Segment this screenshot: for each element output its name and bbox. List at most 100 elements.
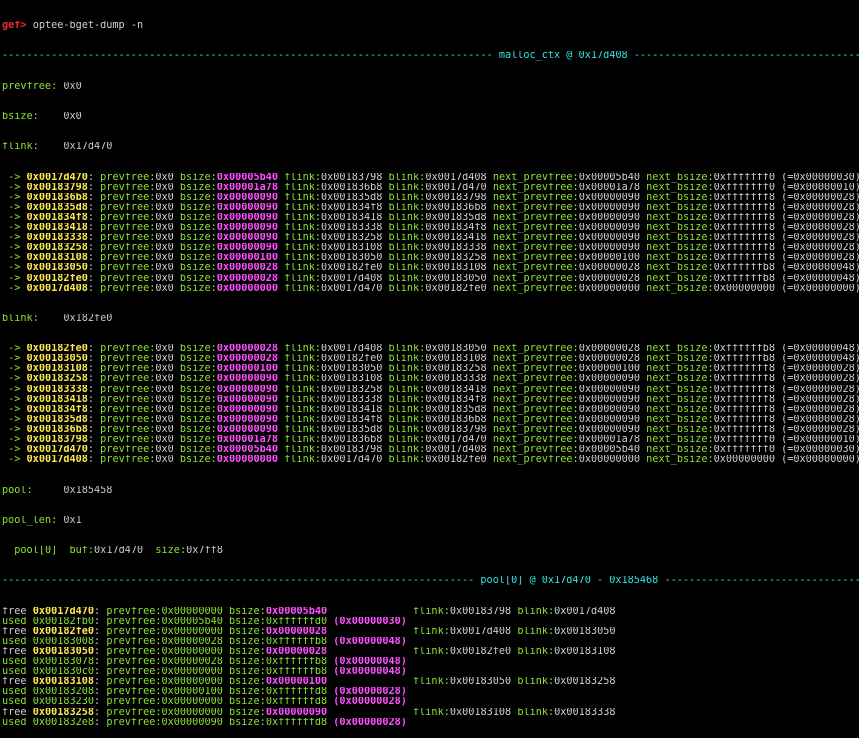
chunk-address: 0x00182fe0 — [26, 273, 88, 284]
bsize-value: 0x00000028 — [265, 647, 328, 657]
bsize-value: 0x00000090 — [216, 394, 279, 405]
bsize-value: 0x00000000 — [216, 455, 279, 466]
blink-value: 0x0017d470 — [425, 182, 487, 193]
blink-label: blink: — [388, 283, 426, 294]
pool-block-row: used 0x001830c0: prevfree:0x00000000 bsi… — [2, 667, 407, 678]
next-prevfree-value: 0x00000100 — [578, 364, 641, 375]
terminal[interactable]: gef> optee-bget-dump -n ----------------… — [0, 0, 859, 727]
next-prevfree-value: 0x00001a78 — [578, 435, 641, 446]
bsize-label: bsize: — [179, 223, 217, 234]
arrow-glyph: -> — [2, 344, 27, 355]
label: pool: — [2, 485, 33, 496]
bsize-value: 0x00000090 — [265, 707, 328, 718]
flink-value: 0x00183798 — [321, 445, 383, 456]
flink-label: flink: — [284, 455, 322, 466]
blink-value: 0x00182fe0 — [425, 455, 487, 466]
prevfree-label: prevfree: — [100, 283, 156, 294]
block-address: 0x00183050 — [32, 647, 95, 657]
value: 0x1 — [63, 515, 82, 526]
prevfree-value: 0x0 — [155, 172, 174, 183]
prevfree-label: prevfree: — [100, 414, 156, 425]
flink-label: flink: — [284, 364, 322, 375]
size-label: size: — [155, 546, 187, 557]
prevfree-value: 0x0 — [155, 435, 174, 446]
prevfree-label: prevfree: — [100, 364, 156, 375]
next-bsize-value: 0xfffffff8 — [713, 404, 775, 415]
next-bsize-label: next_bsize: — [646, 364, 714, 375]
next-prevfree-value: 0x00000090 — [578, 414, 641, 425]
arrow-glyph: -> — [2, 223, 27, 234]
next-bsize-decoded: (=0x00000030) — [781, 172, 859, 183]
block-state: used — [2, 616, 27, 627]
bsize-label: bsize: — [179, 212, 217, 223]
next-prevfree-value: 0x00005b40 — [578, 172, 641, 183]
chain-row: -> 0x0017d470: prevfree:0x0 bsize:0x0000… — [2, 445, 859, 456]
next-bsize-decoded: (=0x00000028) — [781, 212, 859, 223]
blink-label: blink: — [517, 606, 555, 617]
prevfree-label: prevfree: — [106, 687, 162, 698]
next-bsize-value: 0xfffffff8 — [713, 233, 775, 244]
arrow-glyph: -> — [2, 364, 27, 375]
bsize-label: bsize: — [179, 202, 217, 213]
next-bsize-label: next_bsize: — [646, 424, 714, 435]
flink-label: flink: — [413, 707, 450, 718]
value: 0x17d470 — [63, 142, 113, 153]
bsize-decoded: (0x00000048) — [333, 636, 407, 647]
bsize-value: 0x00000000 — [216, 283, 279, 294]
next-bsize-decoded: (=0x00000028) — [781, 384, 859, 395]
chunk-address: 0x001834f8 — [26, 404, 88, 415]
next-bsize-label: next_bsize: — [646, 223, 714, 234]
next-prevfree-label: next_prevfree: — [492, 243, 579, 254]
prevfree-label: prevfree: — [106, 606, 162, 617]
block-state: used — [2, 717, 27, 728]
arrow-glyph: -> — [2, 424, 27, 435]
next-bsize-label: next_bsize: — [646, 192, 714, 203]
arrow-glyph: -> — [2, 253, 27, 264]
next-bsize-decoded: (=0x00000030) — [781, 445, 859, 456]
chunk-address: 0x001835d8 — [26, 414, 88, 425]
prevfree-value: 0x0 — [155, 182, 174, 193]
ctx-pool-entry: pool[0] buf:0x17d470 size:0x7ff8 — [2, 546, 859, 556]
next-prevfree-label: next_prevfree: — [492, 223, 579, 234]
prevfree-label: prevfree: — [106, 707, 162, 718]
bsize-label: bsize: — [179, 384, 217, 395]
flink-value: 0x00183798 — [449, 606, 512, 617]
next-prevfree-value: 0x00000090 — [578, 424, 641, 435]
pool-block-list: free 0x0017d470: prevfree:0x00000000 bsi… — [2, 607, 859, 728]
flink-value: 0x00182fe0 — [321, 263, 383, 274]
prevfree-label: prevfree: — [106, 667, 162, 678]
prevfree-label: prevfree: — [100, 182, 156, 193]
value: 0x0 — [63, 112, 82, 123]
next-bsize-value: 0xfffffff8 — [713, 192, 775, 203]
section-title: pool[0] @ 0x17d470 - 0x185468 — [480, 576, 659, 587]
flink-label: flink: — [284, 243, 322, 254]
flink-label: flink: — [284, 414, 322, 425]
blink-value: 0x001836b8 — [425, 202, 487, 213]
prevfree-label: prevfree: — [106, 647, 162, 657]
chunk-address: 0x00183258 — [26, 243, 88, 254]
bsize-label: bsize: — [229, 626, 266, 637]
bsize-value: 0x00000028 — [216, 354, 279, 365]
pool-block-row: used 0x001832e8: prevfree:0x00000090 bsi… — [2, 717, 407, 728]
bsize-label: bsize: — [229, 687, 266, 698]
next-prevfree-value: 0x00000100 — [578, 253, 641, 264]
blink-value: 0x00183798 — [425, 424, 487, 435]
arrow-glyph: -> — [2, 455, 27, 466]
flink-label: flink: — [284, 394, 322, 405]
next-prevfree-label: next_prevfree: — [492, 384, 579, 395]
bsize-label: bsize: — [229, 606, 266, 617]
value: 0x185458 — [63, 485, 113, 496]
prevfree-label: prevfree: — [106, 657, 162, 668]
prevfree-value: 0x0 — [155, 243, 174, 254]
flink-value: 0x00183418 — [321, 404, 383, 415]
bsize-value: 0xffffffd8 — [265, 717, 328, 728]
bsize-label: bsize: — [179, 394, 217, 405]
chunk-address: 0x00183418 — [26, 223, 88, 234]
next-prevfree-label: next_prevfree: — [492, 374, 579, 385]
next-bsize-label: next_bsize: — [646, 263, 714, 274]
blink-label: blink: — [517, 677, 555, 688]
next-prevfree-label: next_prevfree: — [492, 172, 579, 183]
next-bsize-value: 0xfffffff8 — [713, 424, 775, 435]
bsize-label: bsize: — [179, 283, 217, 294]
pool-block-row: free 0x00182fe0: prevfree:0x00000000 bsi… — [2, 626, 616, 637]
